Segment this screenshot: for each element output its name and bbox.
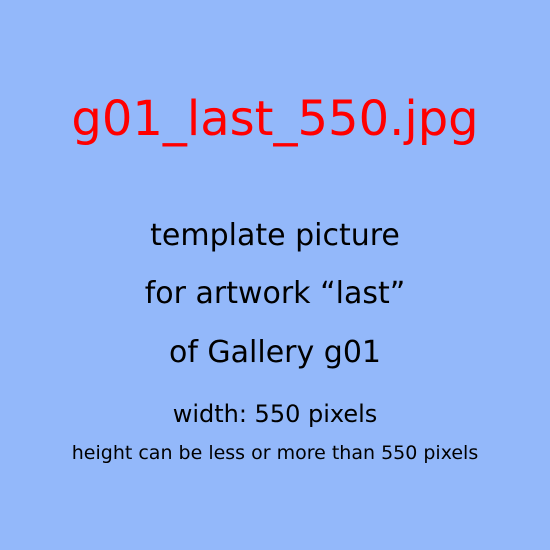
width-info: width: 550 pixels bbox=[172, 400, 378, 428]
filename-heading: g01_last_550.jpg bbox=[71, 91, 479, 147]
description-line-1: template picture bbox=[150, 218, 400, 253]
description-line-2: for artwork “last” bbox=[144, 276, 406, 311]
template-canvas: g01_last_550.jpg template picture for ar… bbox=[0, 0, 550, 550]
description-line-3: of Gallery g01 bbox=[168, 335, 382, 370]
height-info: height can be less or more than 550 pixe… bbox=[71, 442, 479, 464]
